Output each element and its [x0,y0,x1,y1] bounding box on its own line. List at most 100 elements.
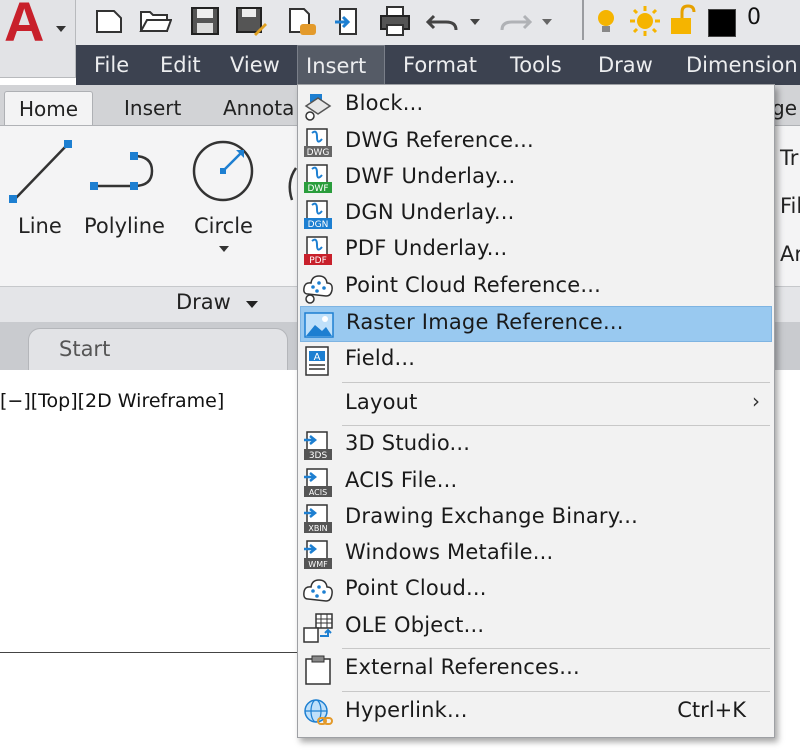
tab-home[interactable]: Home [4,91,94,125]
trim-tool-label[interactable]: Tr [780,146,798,170]
dxb-import-icon: XBIN [304,504,332,533]
array-tool-label[interactable]: Ar [780,242,800,266]
open-folder-icon[interactable] [138,4,172,38]
menu-item-label: DWF Underlay... [345,164,516,188]
circle-dropdown-icon[interactable] [218,244,230,254]
menu-insert[interactable]: Insert [297,45,385,85]
draw-panel-title[interactable]: Draw [0,286,300,324]
menu-item-ole-object[interactable]: OLE Object... [300,610,772,646]
menu-item-block[interactable]: Block... [300,88,772,124]
chevron-down-icon [246,301,258,308]
menu-dimension[interactable]: Dimension [678,45,800,85]
circle-tool-label[interactable]: Circle [194,214,253,238]
undo-dropdown-icon[interactable] [468,4,482,38]
external-references-icon [305,655,331,685]
menu-item-label: ACIS File... [345,468,458,492]
redo-icon[interactable] [498,4,538,38]
menu-item-point-cloud-reference[interactable]: Point Cloud Reference... [300,270,772,306]
undo-icon[interactable] [424,4,464,38]
menu-tools[interactable]: Tools [502,45,570,85]
point-cloud-reference-icon [303,275,333,304]
viewport-controls[interactable]: [−][Top][2D Wireframe] [0,390,224,412]
sun-icon[interactable] [628,4,662,38]
menu-item-drawing-exchange-binary[interactable]: XBIN Drawing Exchange Binary... [300,501,772,537]
layer-color-swatch[interactable] [708,9,736,37]
modify-panel-title[interactable] [774,286,800,324]
layer-name: 0 [747,5,761,30]
insert-menu: Block... DWG DWG Reference... DWF DWF Un… [297,84,775,738]
chevron-down-icon [56,26,66,32]
tab-annotate[interactable]: Annota [209,91,308,125]
menu-item-label: Point Cloud... [345,576,487,600]
point-cloud-icon [303,579,333,602]
menu-draw[interactable]: Draw [590,45,661,85]
hyperlink-icon [304,699,333,725]
menu-item-label: Raster Image Reference... [346,310,624,334]
menu-item-point-cloud[interactable]: Point Cloud... [300,573,772,609]
menu-item-label: Windows Metafile... [345,540,554,564]
start-tab-label: Start [59,337,111,361]
menu-edit[interactable]: Edit [152,45,209,85]
save-as-icon[interactable] [234,4,268,38]
redo-dropdown-icon[interactable] [540,4,554,38]
shortcut-label: Ctrl+K [677,698,746,722]
svg-text:3DS: 3DS [309,451,328,461]
menu-view[interactable]: View [222,45,288,85]
menu-item-label: OLE Object... [345,613,485,637]
field-icon: A [305,346,329,376]
fillet-tool-label[interactable]: Fil [780,194,800,218]
menu-item-dwf-underlay[interactable]: DWF DWF Underlay... [300,161,772,197]
menu-separator [342,691,770,692]
line-tool-icon[interactable] [6,138,78,208]
ole-object-icon [303,613,333,643]
tab-insert[interactable]: Insert [110,91,195,125]
menu-item-hyperlink[interactable]: Hyperlink... Ctrl+K [300,695,772,731]
svg-text:XBIN: XBIN [308,524,327,533]
application-menu-button[interactable]: A [0,0,76,78]
circle-tool-icon[interactable] [190,138,256,204]
menu-item-label: External References... [345,655,580,679]
menu-bar: File Edit View Insert Format Tools Draw … [76,45,800,85]
toolbar-separator [582,0,584,40]
svg-text:PDF: PDF [309,256,327,266]
menu-item-label: 3D Studio... [345,431,471,455]
save-icon[interactable] [188,4,222,38]
menu-item-label: Point Cloud Reference... [345,273,602,297]
menu-item-label: Field... [345,346,416,370]
unlock-icon[interactable] [668,4,698,38]
menu-item-windows-metafile[interactable]: WMF Windows Metafile... [300,537,772,573]
menu-item-label: Drawing Exchange Binary... [345,504,638,528]
svg-text:DWF: DWF [307,184,328,194]
menu-item-layout[interactable]: Layout › [300,387,772,423]
menu-item-dgn-underlay[interactable]: DGN DGN Underlay... [300,197,772,233]
open-from-web-icon[interactable] [284,4,318,38]
plot-printer-icon[interactable] [378,4,412,38]
arc-tool-icon[interactable] [284,164,298,204]
autocad-logo-icon: A [4,0,45,53]
new-file-icon[interactable] [92,4,126,38]
polyline-tool-icon[interactable] [88,146,160,196]
menu-item-pdf-underlay[interactable]: PDF PDF Underlay... [300,233,772,269]
svg-text:ACIS: ACIS [309,488,327,497]
menu-item-label: Block... [345,91,424,115]
menu-item-raster-image-reference[interactable]: Raster Image Reference... [300,306,772,342]
menu-file[interactable]: File [86,45,137,85]
lightbulb-icon[interactable] [592,4,620,38]
menu-item-external-references[interactable]: External References... [300,652,772,688]
menu-item-3d-studio[interactable]: 3DS 3D Studio... [300,428,772,464]
line-tool-label[interactable]: Line [18,214,62,238]
menu-item-acis-file[interactable]: ACIS ACIS File... [300,465,772,501]
polyline-tool-label[interactable]: Polyline [84,214,165,238]
menu-item-field[interactable]: A Field... [300,343,772,379]
menu-format[interactable]: Format [395,45,485,85]
start-tab[interactable]: Start [28,328,288,370]
ucs-axis-line [0,652,300,653]
menu-separator [342,648,770,649]
share-icon[interactable] [332,4,366,38]
menu-item-label: Hyperlink... [345,698,468,722]
block-insert-icon [304,94,332,121]
svg-text:WMF: WMF [308,560,328,569]
menu-item-label: PDF Underlay... [345,236,508,260]
svg-text:DWG: DWG [307,148,330,158]
menu-item-dwg-reference[interactable]: DWG DWG Reference... [300,125,772,161]
